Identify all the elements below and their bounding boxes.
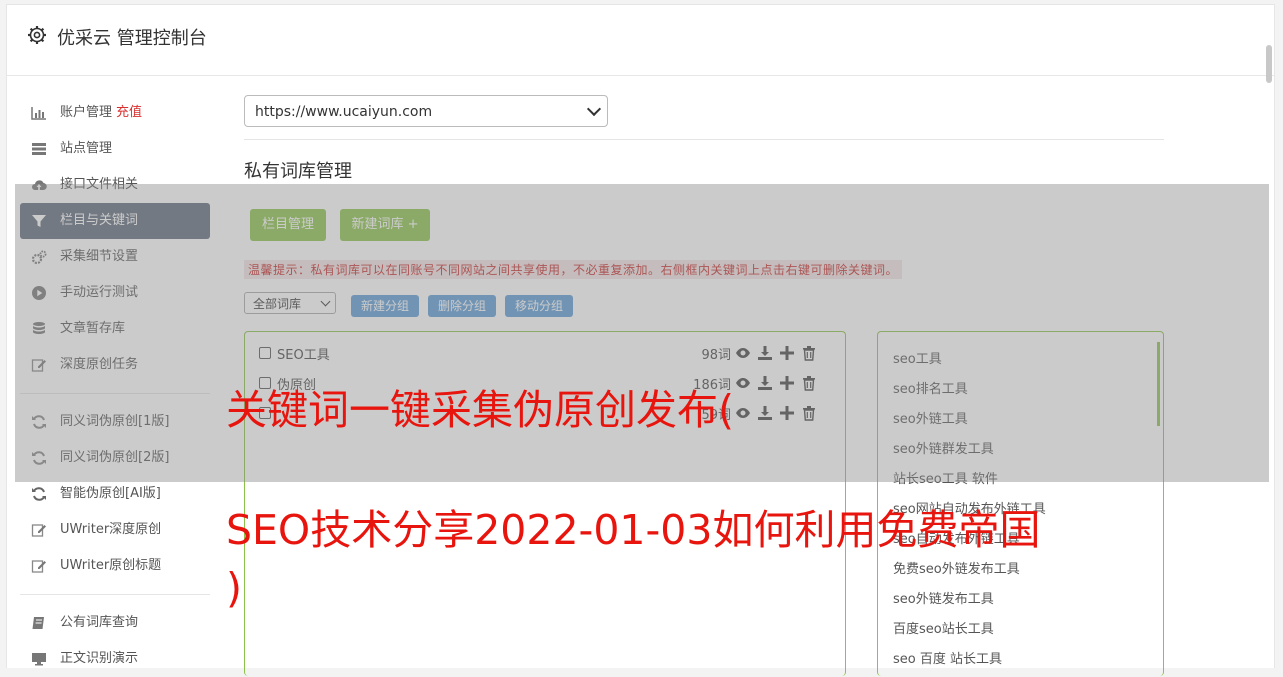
- sidebar-item-label: 账户管理: [60, 105, 113, 120]
- keyword-item[interactable]: 百度seo站长工具: [893, 618, 994, 637]
- sidebar-item-text-recognition[interactable]: 正文识别演示: [20, 641, 210, 677]
- gear-icon: [28, 26, 46, 44]
- divider: [244, 139, 1164, 140]
- recharge-link[interactable]: 充值: [116, 105, 142, 120]
- edit-icon: [31, 524, 46, 537]
- sidebar-item-account[interactable]: 账户管理 充值: [20, 95, 210, 131]
- book-icon: [32, 617, 44, 629]
- refresh-icon: [32, 487, 46, 501]
- page-title: 私有词库管理: [244, 161, 352, 182]
- sidebar-item-uwriter-deep[interactable]: UWriter深度原创: [20, 512, 210, 548]
- headline-line-3: ): [226, 564, 242, 612]
- server-icon: [32, 143, 46, 155]
- sidebar-item-uwriter-title[interactable]: UWriter原创标题: [20, 548, 210, 584]
- keyword-item[interactable]: seo外链发布工具: [893, 588, 994, 607]
- bar-chart-icon: [31, 107, 46, 120]
- monitor-icon: [32, 653, 46, 666]
- sidebar-divider: [20, 594, 210, 595]
- headline-line-2: SEO技术分享2022-01-03如何利用免费帝国: [226, 506, 1041, 554]
- sidebar-item-label: 智能伪原创[AI版]: [60, 486, 161, 501]
- gray-overlay: [15, 184, 1269, 482]
- sidebar-item-label: 站点管理: [60, 141, 113, 156]
- sidebar-item-public-library[interactable]: 公有词库查询: [20, 605, 210, 641]
- app-title: 优采云 管理控制台: [57, 28, 207, 49]
- sidebar-item-label: UWriter原创标题: [60, 558, 162, 573]
- edit-icon: [31, 560, 46, 573]
- page-scrollbar[interactable]: [1266, 45, 1272, 83]
- site-select-value: https://www.ucaiyun.com: [255, 104, 433, 120]
- keyword-item[interactable]: seo 百度 站长工具: [893, 648, 1002, 667]
- headline-line-1: 关键词一键采集伪原创发布(: [226, 386, 734, 434]
- sidebar-item-label: UWriter深度原创: [60, 522, 162, 537]
- sidebar-item-label: 公有词库查询: [60, 615, 139, 630]
- keyword-item[interactable]: 免费seo外链发布工具: [893, 558, 1020, 577]
- sidebar-item-label: 正文识别演示: [60, 651, 139, 666]
- sidebar-item-sites[interactable]: 站点管理: [20, 131, 210, 167]
- chevron-down-icon: [586, 101, 602, 117]
- site-select[interactable]: https://www.ucaiyun.com: [244, 95, 608, 127]
- app-header: 优采云 管理控制台: [7, 5, 1274, 83]
